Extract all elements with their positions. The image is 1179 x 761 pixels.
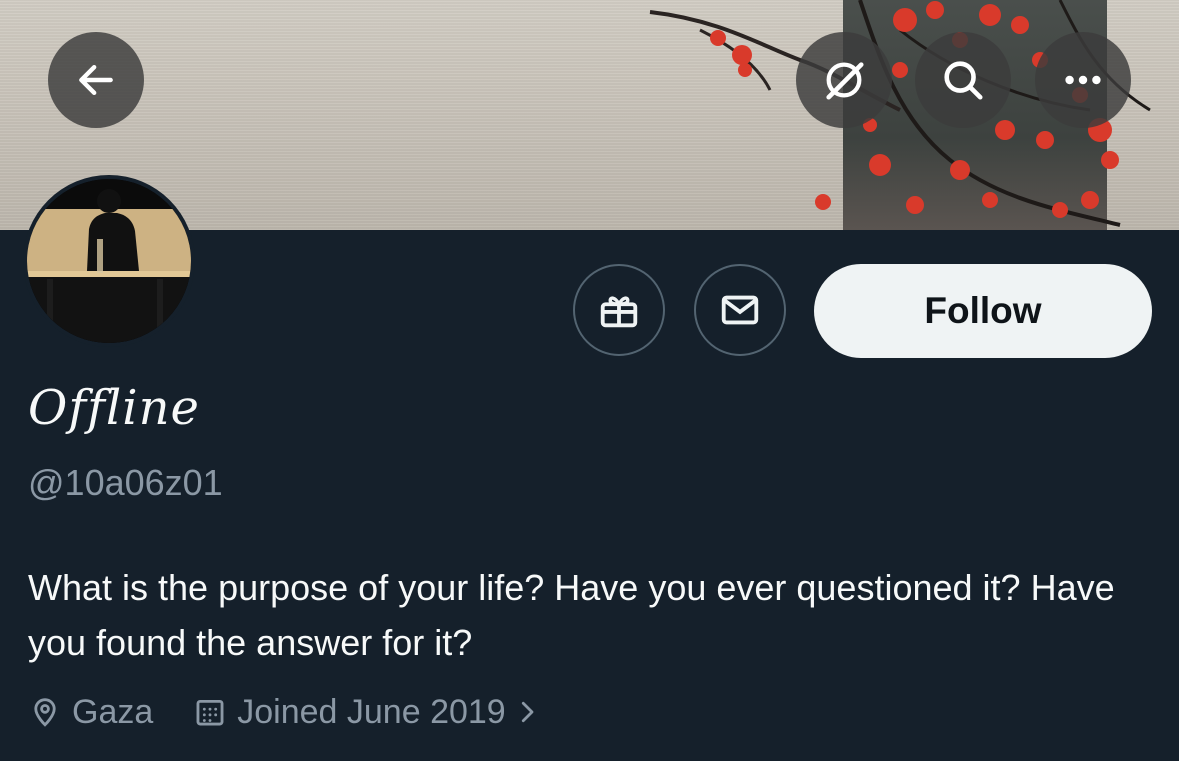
avatar[interactable] xyxy=(23,175,195,347)
gift-button[interactable] xyxy=(573,264,665,356)
follow-button[interactable]: Follow xyxy=(814,264,1152,358)
grok-icon xyxy=(826,62,864,100)
gift-icon xyxy=(600,296,638,328)
more-button[interactable] xyxy=(1035,32,1131,128)
blossom-branch-art xyxy=(649,0,1151,227)
more-horizontal-icon xyxy=(1065,75,1101,85)
profile-meta: Gaza Joined June 2019 xyxy=(28,690,542,734)
location-text: Gaza xyxy=(72,692,154,731)
search-button[interactable] xyxy=(915,32,1011,128)
avatar-image xyxy=(27,179,191,343)
display-name: Offline xyxy=(28,380,200,436)
grok-button[interactable] xyxy=(796,32,892,128)
calendar-icon xyxy=(196,699,224,726)
envelope-icon xyxy=(721,295,759,325)
handle: @10a06z01 xyxy=(28,462,223,503)
back-button[interactable] xyxy=(48,32,144,128)
chevron-right-icon xyxy=(521,701,534,723)
location-item: Gaza xyxy=(28,693,153,732)
joined-item[interactable]: Joined June 2019 xyxy=(193,693,541,732)
bio: What is the purpose of your life? Have y… xyxy=(28,567,1115,663)
joined-text: Joined June 2019 xyxy=(237,692,506,731)
arrow-left-icon xyxy=(79,64,113,96)
profile-banner[interactable] xyxy=(0,0,1179,230)
search-icon xyxy=(944,61,983,100)
message-button[interactable] xyxy=(694,264,786,356)
location-pin-icon xyxy=(34,698,56,727)
